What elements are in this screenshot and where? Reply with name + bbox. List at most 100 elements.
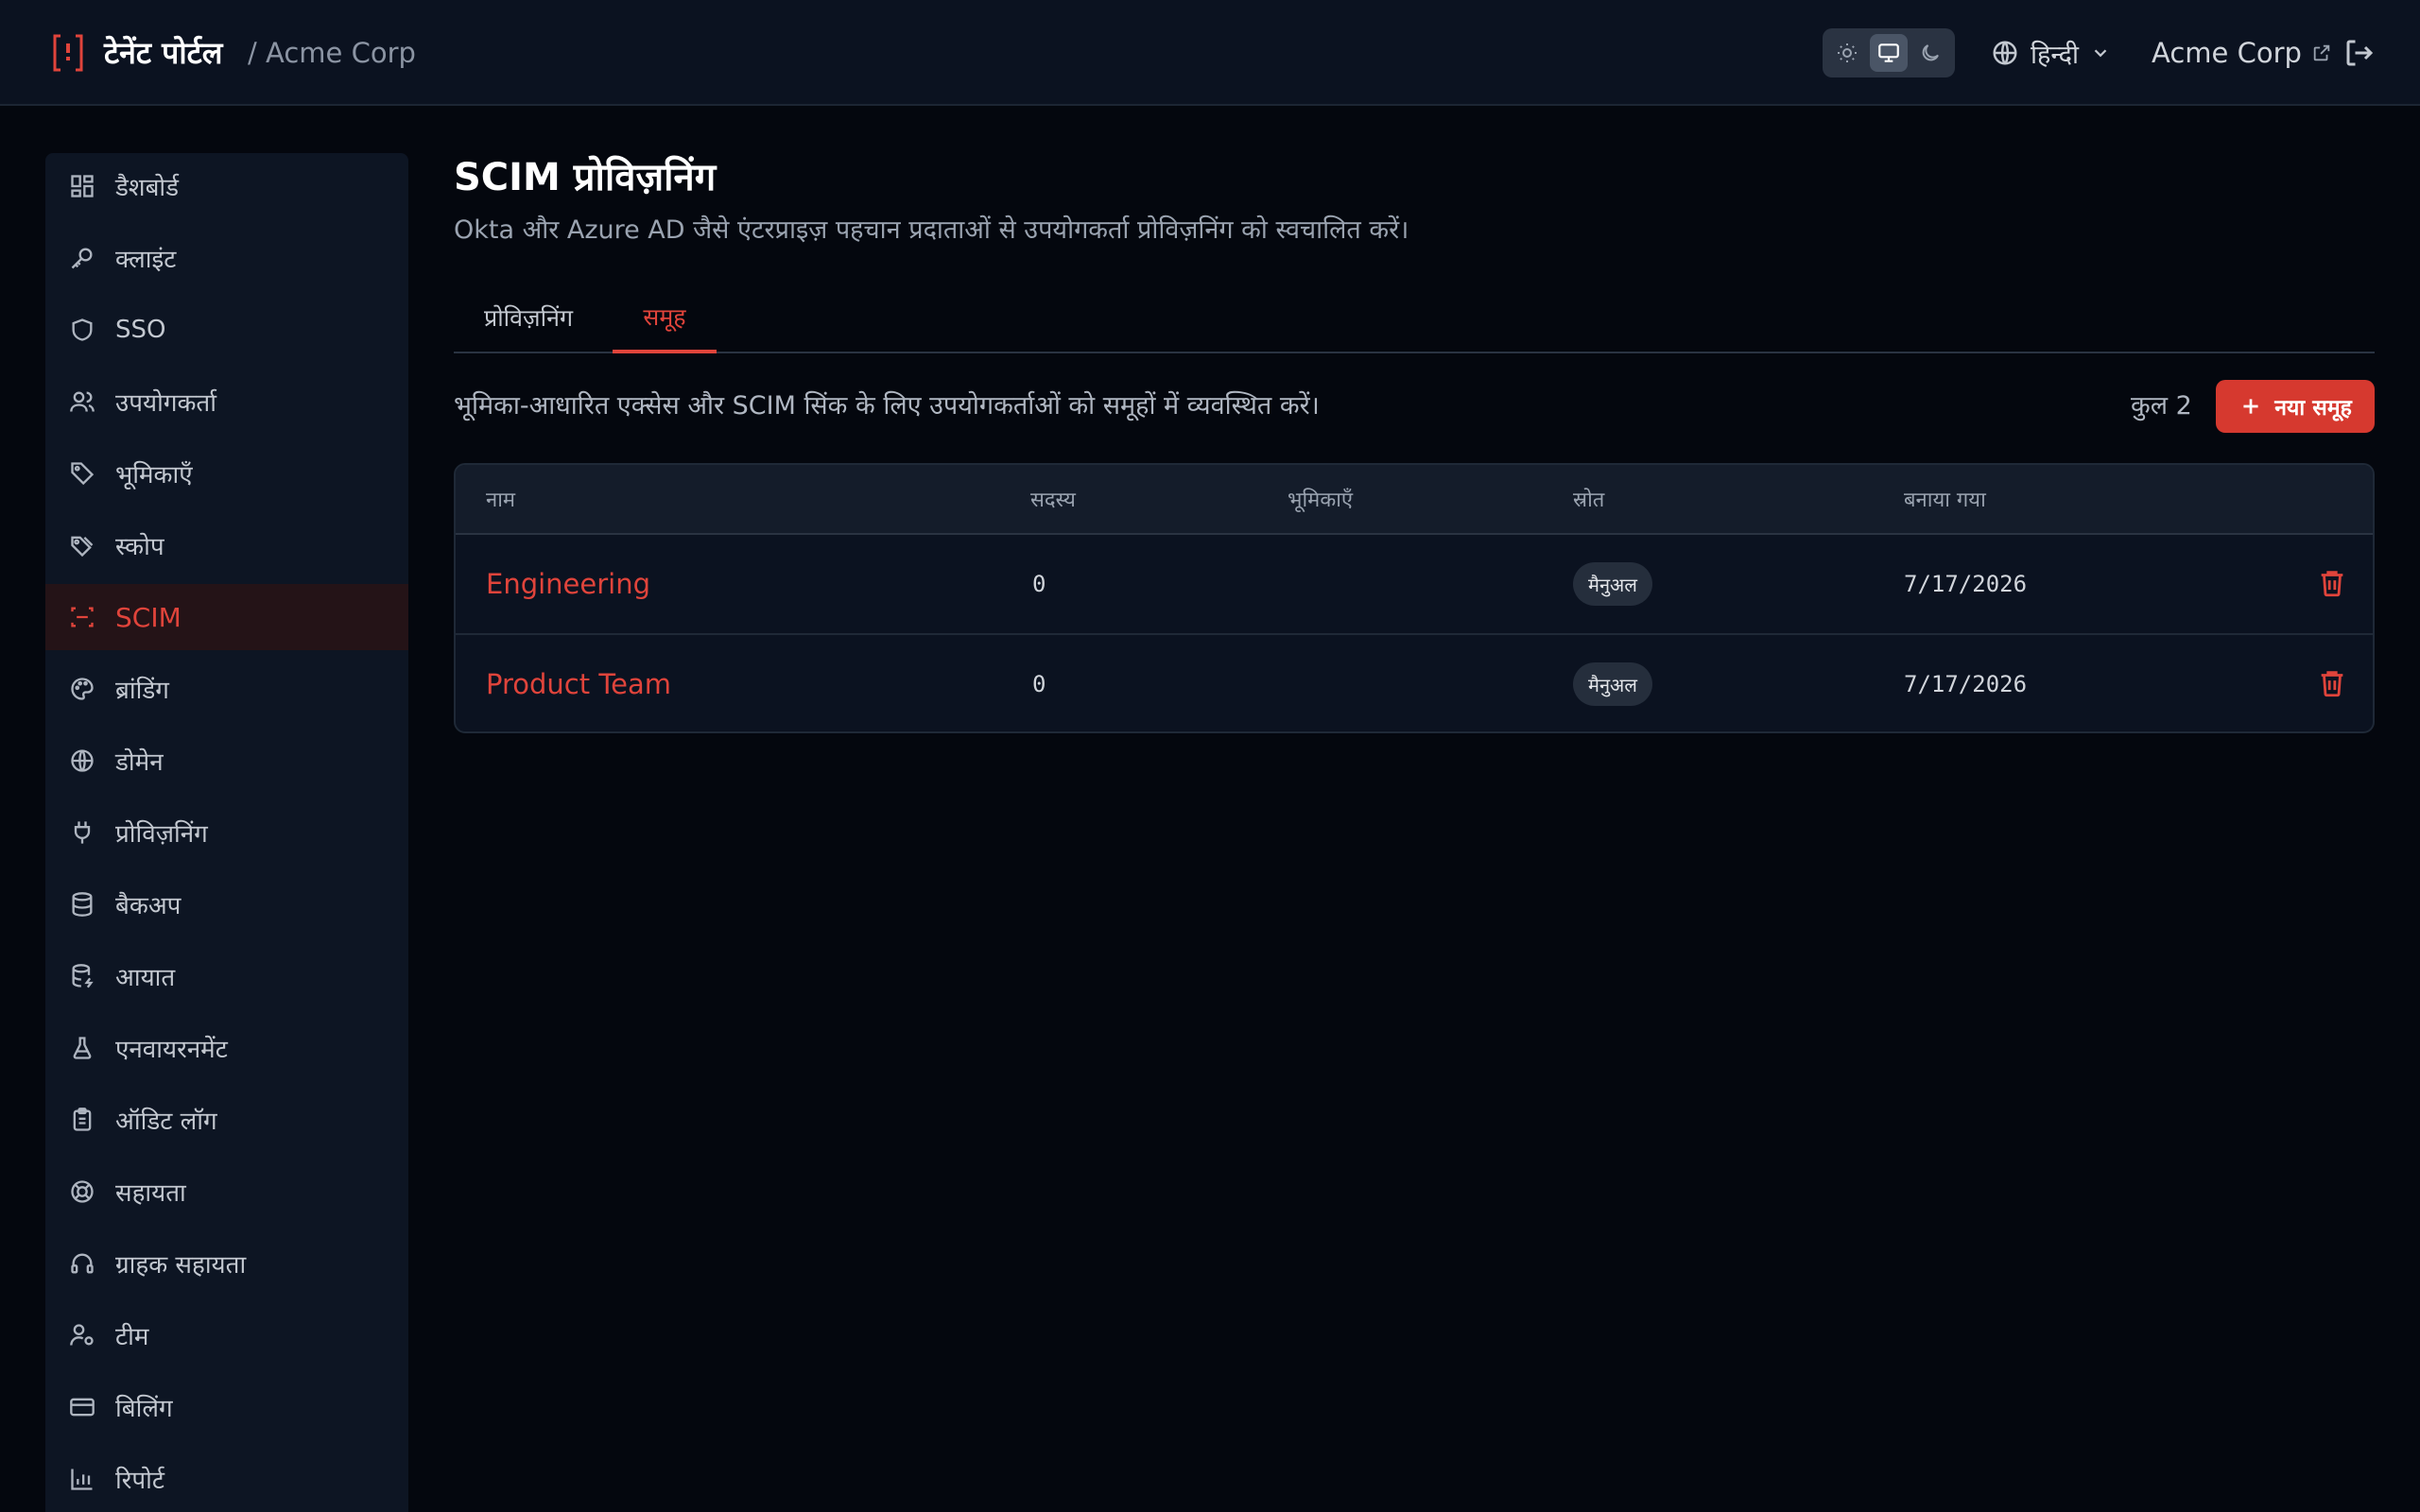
users-icon	[68, 387, 96, 416]
scan-icon	[68, 603, 96, 631]
sidebar-item-label: SCIM	[115, 601, 182, 633]
column-header-created: बनाया गया	[1904, 489, 1986, 512]
new-group-label: नया समूह	[2274, 396, 2352, 421]
sidebar-item-branding[interactable]: ब्रांडिंग	[45, 656, 408, 722]
sidebar-item-label: बिलिंग	[115, 1395, 173, 1423]
table-row: Product Team 0 मैनुअल 7/17/2026	[456, 635, 2373, 731]
members-count: 0	[1032, 571, 1046, 597]
flask-icon	[68, 1034, 96, 1062]
tenant-breadcrumb: / Acme Corp	[248, 37, 416, 69]
source-badge: मैनुअल	[1573, 662, 1652, 706]
table-row: Engineering 0 मैनुअल 7/17/2026	[456, 535, 2373, 635]
language-label: हिन्दी	[2031, 40, 2080, 70]
sidebar-item-billing[interactable]: बिलिंग	[45, 1374, 408, 1440]
sidebar-item-label: डोमेन	[115, 748, 164, 777]
groups-count: कुल 2	[2131, 391, 2192, 421]
sidebar-item-label: सहायता	[115, 1179, 186, 1208]
sidebar-item-scim[interactable]: SCIM	[45, 584, 408, 650]
sidebar: डैशबोर्ड क्लाइंट SSO उपयोगकर्ता भूमिकाएँ…	[45, 153, 408, 1512]
plug-icon	[68, 818, 96, 847]
sidebar-item-label: ग्राहक सहायता	[115, 1251, 247, 1280]
palette-icon	[68, 675, 96, 703]
tab-groups[interactable]: समूह	[613, 284, 717, 353]
top-header: टेनेंट पोर्टल / Acme Corp हिन्दी Acme Co…	[0, 0, 2420, 106]
tags-icon	[68, 531, 96, 559]
page-title: SCIM प्रोविज़निंग	[454, 156, 717, 199]
logout-icon[interactable]	[2342, 36, 2377, 70]
group-name-link[interactable]: Engineering	[486, 535, 650, 633]
user-cog-icon	[68, 1321, 96, 1349]
sidebar-item-environments[interactable]: एनवायरनमेंट	[45, 1015, 408, 1081]
sidebar-item-label: उपयोगकर्ता	[115, 389, 216, 418]
moon-icon	[1922, 44, 1939, 61]
sidebar-item-label: ऑडिट लॉग	[115, 1108, 217, 1136]
sidebar-item-label: प्रोविज़निंग	[115, 820, 208, 849]
account-label: Acme Corp	[2152, 37, 2302, 69]
sidebar-item-audit-log[interactable]: ऑडिट लॉग	[45, 1087, 408, 1153]
members-count: 0	[1032, 671, 1046, 697]
globe-icon	[68, 747, 96, 775]
sidebar-item-reports[interactable]: रिपोर्ट	[45, 1446, 408, 1512]
sidebar-item-import[interactable]: आयात	[45, 943, 408, 1009]
column-header-name: नाम	[486, 489, 516, 512]
external-link-icon	[2313, 44, 2330, 61]
sidebar-item-label: बैकअप	[115, 892, 182, 920]
lifebuoy-icon	[68, 1177, 96, 1206]
chevron-down-icon	[2094, 49, 2107, 58]
theme-switcher	[1823, 28, 1955, 77]
delete-icon[interactable]	[2316, 667, 2348, 699]
app-title: टेनेंट पोर्टल	[104, 35, 223, 71]
sidebar-item-provisioning[interactable]: प्रोविज़निंग	[45, 799, 408, 866]
database-import-icon	[68, 962, 96, 990]
plus-icon	[2243, 399, 2258, 414]
created-date: 7/17/2026	[1904, 571, 2028, 597]
tag-icon	[68, 459, 96, 488]
system-theme-button[interactable]	[1870, 34, 1908, 72]
sidebar-item-help[interactable]: सहायता	[45, 1159, 408, 1225]
page-description: Okta और Azure AD जैसे एंटरप्राइज़ पहचान …	[454, 215, 1409, 245]
tab-bar: प्रोविज़निंग समूह	[454, 284, 2375, 353]
tenant-account-link[interactable]: Acme Corp	[2152, 30, 2332, 76]
sidebar-item-roles[interactable]: भूमिकाएँ	[45, 440, 408, 507]
sun-icon	[1838, 43, 1857, 62]
new-group-button[interactable]: नया समूह	[2216, 380, 2375, 433]
column-header-members: सदस्य	[1030, 489, 1076, 512]
monitor-icon	[1878, 43, 1899, 62]
sidebar-item-clients[interactable]: क्लाइंट	[45, 225, 408, 291]
column-header-roles: भूमिकाएँ	[1288, 489, 1354, 512]
headset-icon	[68, 1249, 96, 1278]
database-icon	[68, 890, 96, 919]
column-header-source: स्रोत	[1573, 489, 1605, 512]
sidebar-item-dashboard[interactable]: डैशबोर्ड	[45, 153, 408, 219]
sidebar-item-label: SSO	[115, 316, 166, 344]
sidebar-item-customer-support[interactable]: ग्राहक सहायता	[45, 1230, 408, 1297]
bar-chart-icon	[68, 1465, 96, 1493]
sidebar-item-label: रिपोर्ट	[115, 1467, 164, 1495]
dark-theme-button[interactable]	[1911, 34, 1949, 72]
sidebar-item-users[interactable]: उपयोगकर्ता	[45, 369, 408, 435]
source-badge: मैनुअल	[1573, 562, 1652, 606]
brand-logo-icon	[53, 34, 83, 72]
key-icon	[68, 244, 96, 272]
language-selector[interactable]: हिन्दी	[1991, 32, 2111, 74]
sidebar-item-label: क्लाइंट	[115, 246, 177, 274]
sidebar-item-team[interactable]: टीम	[45, 1302, 408, 1368]
shield-icon	[68, 316, 96, 344]
sidebar-item-label: एनवायरनमेंट	[115, 1036, 228, 1064]
tab-provisioning[interactable]: प्रोविज़निंग	[454, 284, 603, 352]
credit-card-icon	[68, 1393, 96, 1421]
sidebar-item-label: आयात	[115, 964, 176, 992]
sidebar-item-label: स्कोप	[115, 533, 164, 561]
clipboard-icon	[68, 1106, 96, 1134]
light-theme-button[interactable]	[1828, 34, 1866, 72]
groups-table: नाम सदस्य भूमिकाएँ स्रोत बनाया गया Engin…	[454, 463, 2375, 733]
delete-icon[interactable]	[2316, 567, 2348, 599]
sidebar-item-scopes[interactable]: स्कोप	[45, 512, 408, 578]
sidebar-item-label: डैशबोर्ड	[115, 174, 180, 202]
sidebar-item-backup[interactable]: बैकअप	[45, 871, 408, 937]
sidebar-item-domains[interactable]: डोमेन	[45, 728, 408, 794]
groups-description: भूमिका-आधारित एक्सेस और SCIM सिंक के लिए…	[454, 391, 1320, 421]
sidebar-item-sso[interactable]: SSO	[45, 297, 408, 363]
created-date: 7/17/2026	[1904, 671, 2028, 697]
group-name-link[interactable]: Product Team	[486, 635, 671, 731]
